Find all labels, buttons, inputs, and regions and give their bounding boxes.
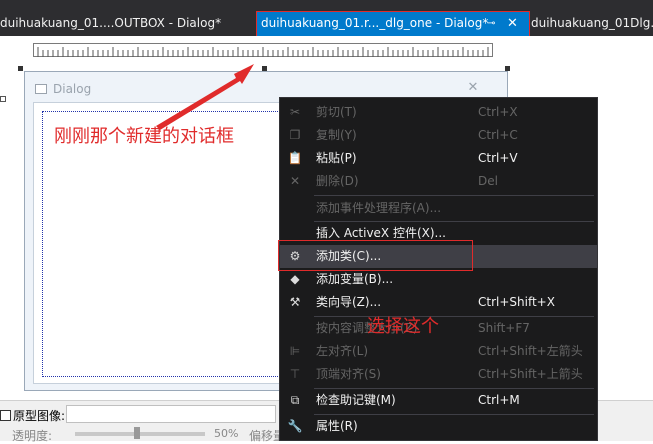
pin-icon[interactable]: ⊸ [487,11,495,36]
menu-item-paste[interactable]: 📋 粘贴(P) Ctrl+V [280,147,597,170]
close-icon: ✕ [467,80,479,95]
menu-item-shortcut: Ctrl+Shift+上箭头 [478,367,583,381]
wrench-icon: 🔧 [287,419,303,433]
menu-item-class-wizard[interactable]: ⚒ 类向导(Z)... Ctrl+Shift+X [280,291,597,314]
menu-item-label: 添加类(C)... [316,249,382,263]
selection-handle-top-left[interactable] [18,66,23,71]
copy-icon: ❐ [289,128,301,142]
menu-item-label: 复制(Y) [316,128,357,142]
class-wizard-icon: ⚒ [289,295,301,309]
add-variable-icon: ◆ [290,272,300,286]
menu-item-label: 添加事件处理程序(A)... [316,201,442,215]
menu-item-align-left[interactable]: ⊫ 左对齐(L) Ctrl+Shift+左箭头 [280,340,597,363]
left-ruler-handle[interactable] [0,96,6,102]
prototype-image-option[interactable]: 原型图像: [0,407,65,423]
context-menu: ✂ 剪切(T) Ctrl+X ❐ 复制(Y) Ctrl+C 📋 粘贴(P) Ct… [279,97,598,441]
document-tab-strip: duihuakuang_01....OUTBOX - Dialog* duihu… [0,0,653,36]
menu-item-insert-activex[interactable]: 插入 ActiveX 控件(X)... [280,222,597,245]
menu-item-shortcut: Ctrl+X [478,105,518,119]
menu-item-label: 剪切(T) [316,105,357,119]
menu-item-shortcut: Ctrl+V [478,151,518,165]
dialog-title: Dialog [53,82,92,96]
horizontal-ruler[interactable] [33,43,493,57]
transparency-slider-thumb[interactable] [134,427,140,439]
transparency-value: 50% [214,427,239,440]
delete-icon: ✕ [289,174,301,188]
menu-item-add-event-handler[interactable]: 添加事件处理程序(A)... [280,197,597,220]
menu-item-cut[interactable]: ✂ 剪切(T) Ctrl+X [280,101,597,124]
menu-item-delete[interactable]: ✕ 删除(D) Del [280,170,597,193]
menu-item-label: 检查助记键(M) [316,393,396,407]
tab-outbox-dialog[interactable]: duihuakuang_01....OUTBOX - Dialog* [0,11,252,36]
annotation-select-this: 选择这个 [367,316,439,337]
scissors-icon: ✂ [289,105,301,119]
menu-item-shortcut: Ctrl+Shift+X [478,295,555,309]
close-icon[interactable]: ✕ [507,11,518,36]
tab-dlg-one-active[interactable]: duihuakuang_01.r..._dlg_one - Dialog* ⊸ … [257,11,529,36]
check-mnemonics-icon: ⧉ [290,393,300,407]
menu-item-shortcut: Ctrl+M [478,393,520,407]
menu-item-shortcut: Ctrl+C [478,128,518,142]
menu-item-copy[interactable]: ❐ 复制(Y) Ctrl+C [280,124,597,147]
align-left-icon: ⊫ [289,344,301,358]
dialog-title-bar: Dialog [35,82,91,96]
dialog-window-icon [35,84,47,94]
menu-item-label: 属性(R) [316,419,358,433]
menu-separator [314,195,594,196]
menu-item-label: 类向导(Z)... [316,295,382,309]
menu-item-shortcut: Del [478,174,498,188]
menu-item-shortcut: Ctrl+Shift+左箭头 [478,344,583,358]
menu-item-label: 顶端对齐(S) [316,367,381,381]
transparency-slider[interactable] [75,432,205,436]
prototype-image-checkbox[interactable] [0,410,11,421]
menu-item-add-class[interactable]: ⚙ 添加类(C)... [280,245,597,268]
prototype-image-label: 原型图像: [13,409,66,423]
add-class-icon: ⚙ [289,249,301,263]
transparency-label: 透明度: [12,429,53,443]
menu-item-check-mnemonics[interactable]: ⧉ 检查助记键(M) Ctrl+M [280,389,597,412]
tab-dlg-header[interactable]: duihuakuang_01Dlg.h [531,11,653,36]
menu-item-add-variable[interactable]: ◆ 添加变量(B)... [280,268,597,291]
tab-label: duihuakuang_01.r..._dlg_one - Dialog* [261,16,489,30]
menu-item-align-top[interactable]: ⊤ 顶端对齐(S) Ctrl+Shift+上箭头 [280,363,597,386]
tab-label: duihuakuang_01....OUTBOX - Dialog* [0,16,222,30]
menu-item-label: 删除(D) [316,174,359,188]
prototype-image-path-field[interactable] [66,405,276,423]
menu-item-properties[interactable]: 🔧 属性(R) [280,415,597,438]
align-top-icon: ⊤ [289,367,301,381]
menu-item-label: 左对齐(L) [316,344,369,358]
ruler-ticks [37,47,489,57]
paste-icon: 📋 [287,151,303,165]
annotation-new-dialog: 刚刚那个新建的对话框 [54,126,234,147]
menu-item-label: 添加变量(B)... [316,272,394,286]
tab-label: duihuakuang_01Dlg.h [531,16,653,30]
menu-item-label: 插入 ActiveX 控件(X)... [316,226,446,240]
menu-item-shortcut: Shift+F7 [478,321,530,335]
menu-item-label: 粘贴(P) [316,151,357,165]
